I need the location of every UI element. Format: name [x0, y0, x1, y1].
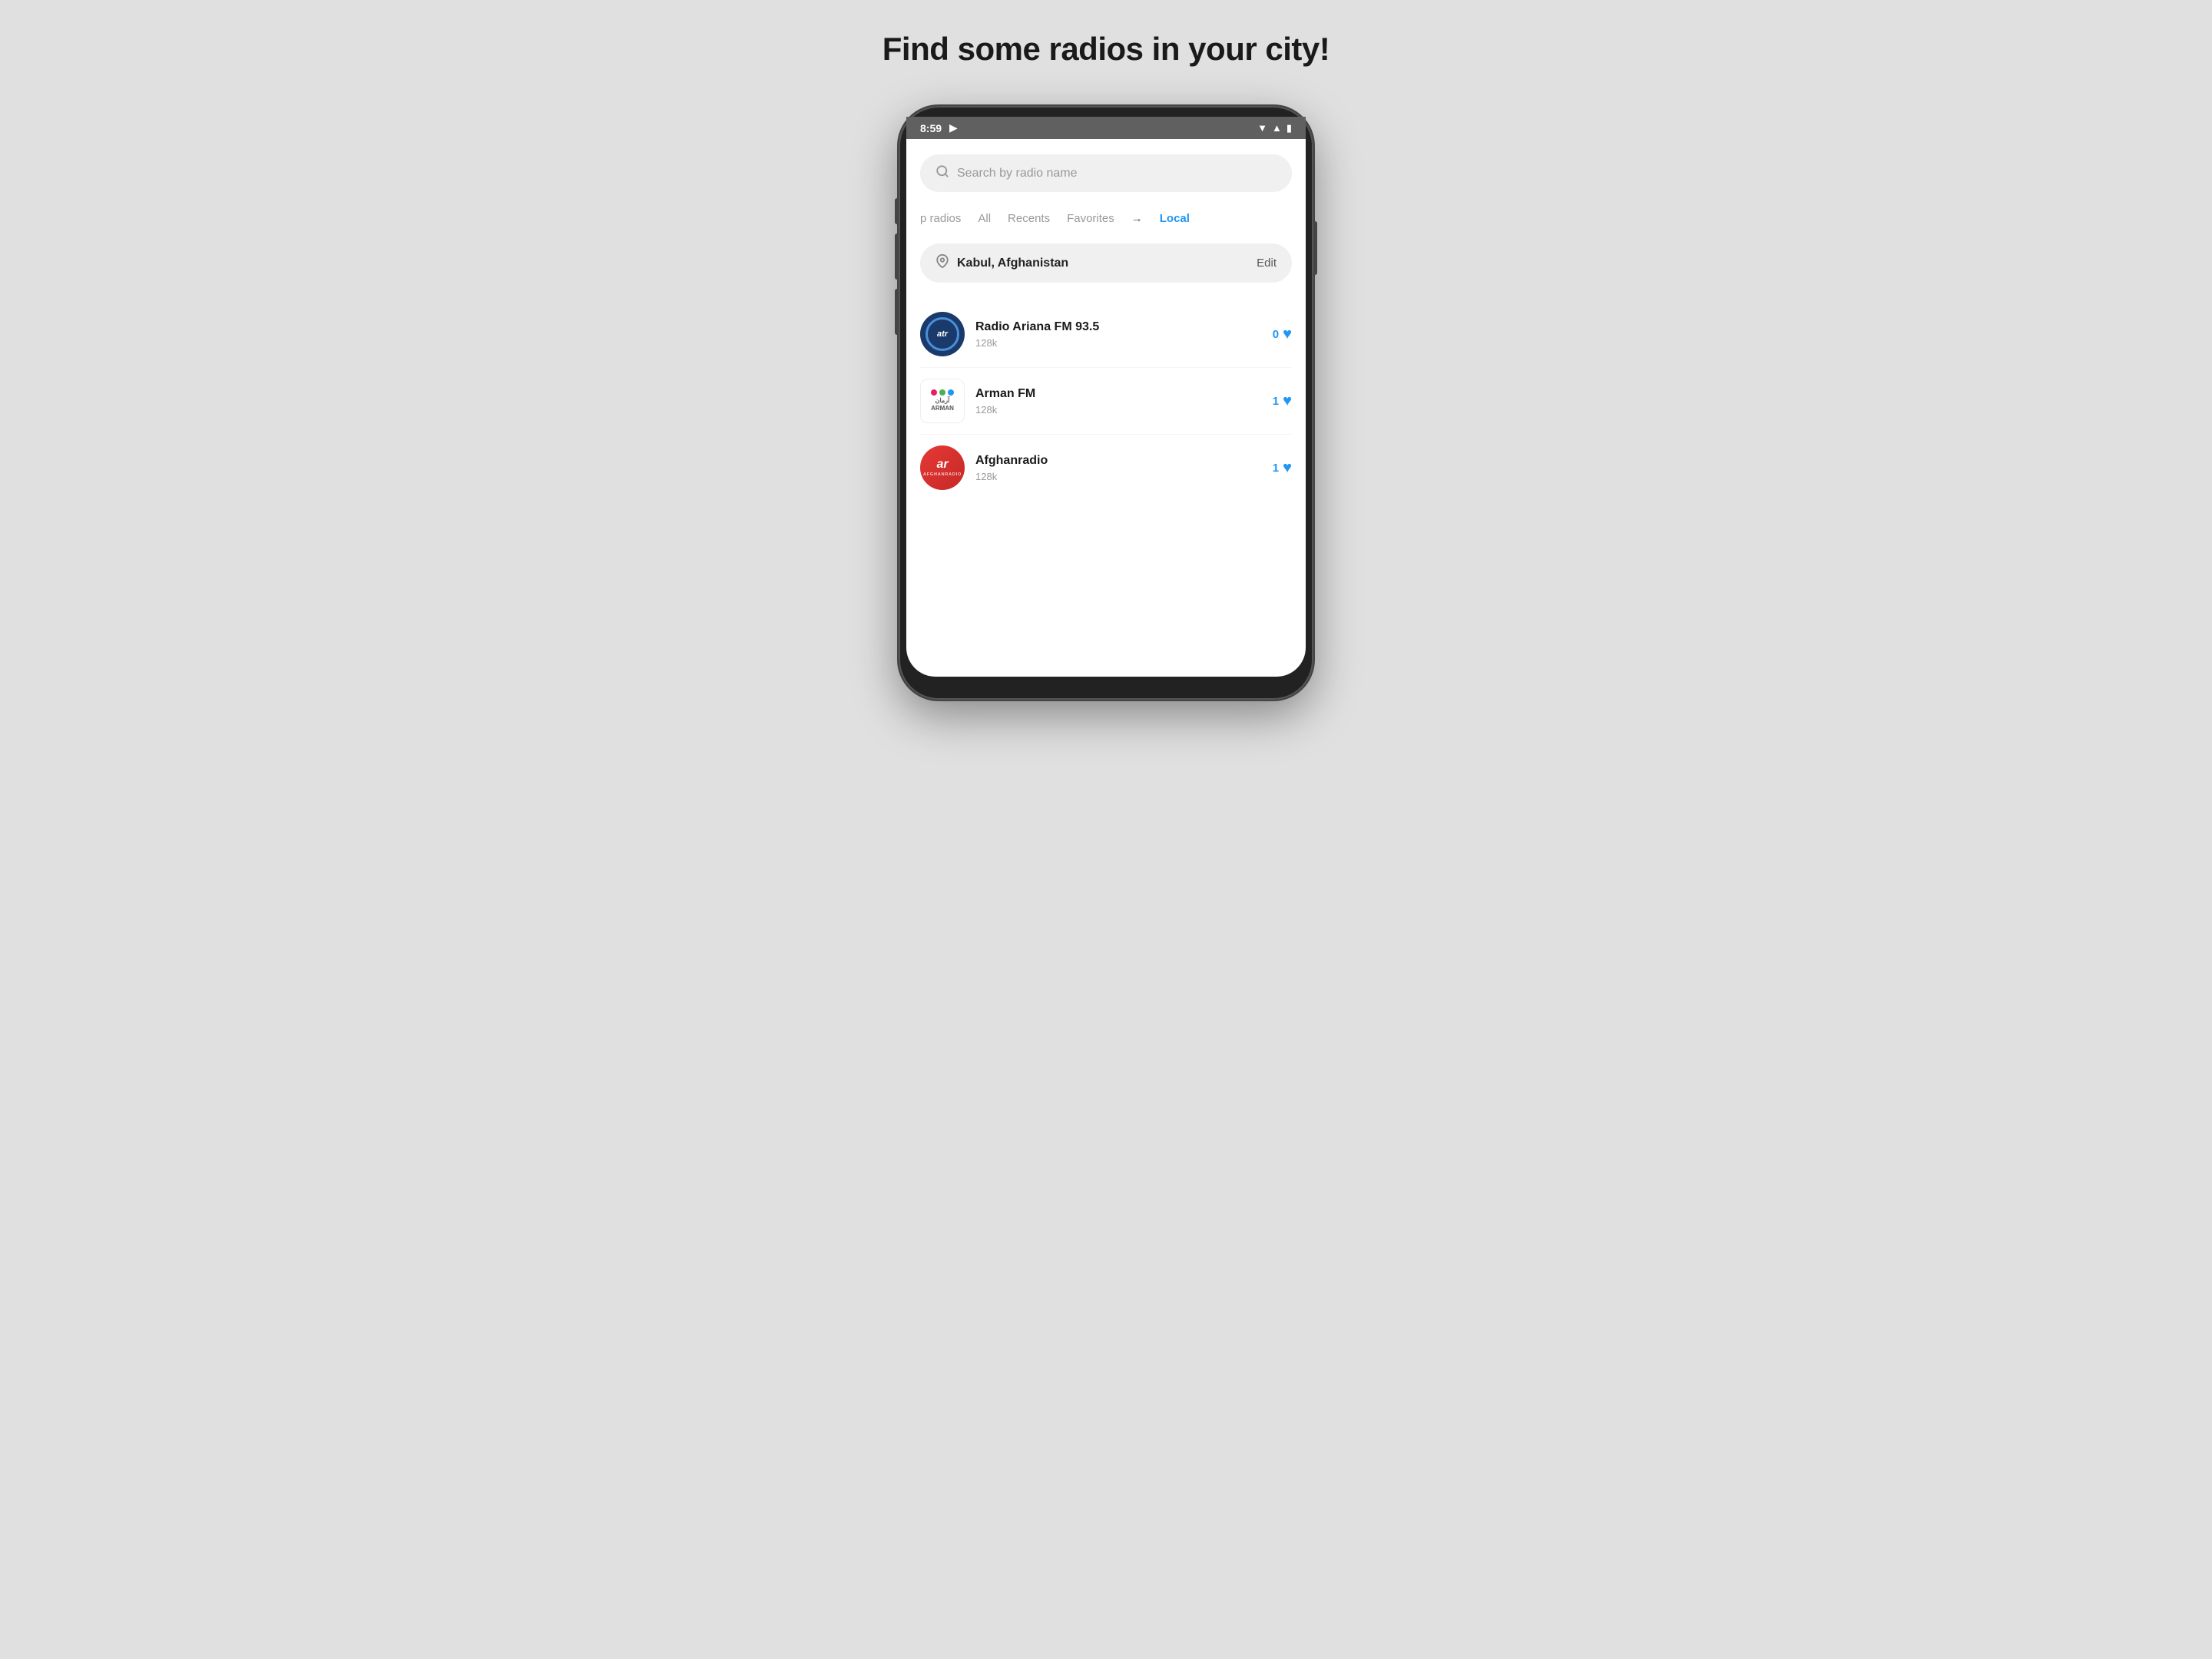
tab-bar: p radios All Recents Favorites → Local	[920, 209, 1292, 228]
status-time: 8:59	[920, 122, 942, 134]
favorites-count: 1	[1273, 462, 1279, 475]
tab-local[interactable]: Local	[1160, 209, 1190, 228]
tab-recents[interactable]: Recents	[1008, 209, 1050, 228]
tab-top-radios[interactable]: p radios	[920, 209, 961, 228]
heart-icon: ♥	[1283, 326, 1292, 343]
tab-arrow: →	[1131, 212, 1143, 225]
signal-icon: ▲	[1272, 122, 1282, 134]
favorites-count: 1	[1273, 395, 1279, 408]
volume-up-button	[895, 233, 899, 280]
radio-item-ariana[interactable]: atr Radio Ariana FM 93.5 128k 0 ♥	[920, 301, 1292, 368]
radio-favorites-ariana[interactable]: 0 ♥	[1273, 326, 1292, 343]
location-bar[interactable]: Kabul, Afghanistan Edit	[920, 243, 1292, 283]
radio-list: atr Radio Ariana FM 93.5 128k 0 ♥	[920, 301, 1292, 501]
phone-side-buttons-right	[1313, 221, 1317, 275]
radio-item-arman[interactable]: آرمانARMAN Arman FM 128k 1 ♥	[920, 368, 1292, 435]
radio-name: Arman FM	[975, 387, 1262, 401]
phone-side-buttons-left	[895, 198, 899, 335]
radio-logo-ariana: atr	[920, 312, 965, 356]
radio-favorites-arman[interactable]: 1 ♥	[1273, 392, 1292, 410]
phone-screen: Search by radio name p radios All Recent…	[906, 139, 1306, 677]
battery-icon: ▮	[1286, 122, 1292, 134]
heart-icon: ♥	[1283, 392, 1292, 410]
radio-info-afghan: Afghanradio 128k	[975, 454, 1262, 482]
radio-info-ariana: Radio Ariana FM 93.5 128k	[975, 320, 1262, 349]
screen-content: Search by radio name p radios All Recent…	[906, 139, 1306, 516]
location-left: Kabul, Afghanistan	[935, 254, 1068, 272]
radio-logo-arman: آرمانARMAN	[920, 379, 965, 423]
radio-bitrate: 128k	[975, 404, 1262, 416]
tab-favorites[interactable]: Favorites	[1067, 209, 1114, 228]
right-button	[1313, 221, 1317, 275]
tab-all[interactable]: All	[978, 209, 991, 228]
location-name: Kabul, Afghanistan	[957, 257, 1068, 270]
radio-item-afghan[interactable]: ar AFGHANRADIO Afghanradio 128k 1 ♥	[920, 435, 1292, 501]
heart-icon: ♥	[1283, 459, 1292, 477]
search-placeholder: Search by radio name	[957, 167, 1078, 180]
radio-favorites-afghan[interactable]: 1 ♥	[1273, 459, 1292, 477]
radio-name: Afghanradio	[975, 454, 1262, 468]
radio-info-arman: Arman FM 128k	[975, 387, 1262, 416]
phone-frame: 8:59 ▶ ▼ ▲ ▮ Search by radio name	[899, 106, 1313, 700]
radio-logo-afghan: ar AFGHANRADIO	[920, 445, 965, 490]
search-icon	[935, 164, 949, 182]
status-bar: 8:59 ▶ ▼ ▲ ▮	[906, 117, 1306, 139]
favorites-count: 0	[1273, 328, 1279, 341]
power-button	[895, 198, 899, 224]
status-icons: ▼ ▲ ▮	[1257, 122, 1292, 134]
location-edit-button[interactable]: Edit	[1257, 257, 1277, 270]
radio-bitrate: 128k	[975, 337, 1262, 349]
radio-name: Radio Ariana FM 93.5	[975, 320, 1262, 334]
volume-down-button	[895, 289, 899, 335]
location-pin-icon	[935, 254, 949, 272]
radio-bitrate: 128k	[975, 471, 1262, 482]
wifi-icon: ▼	[1257, 122, 1267, 134]
play-indicator: ▶	[949, 121, 958, 134]
page-title: Find some radios in your city!	[882, 31, 1330, 68]
search-bar[interactable]: Search by radio name	[920, 154, 1292, 192]
